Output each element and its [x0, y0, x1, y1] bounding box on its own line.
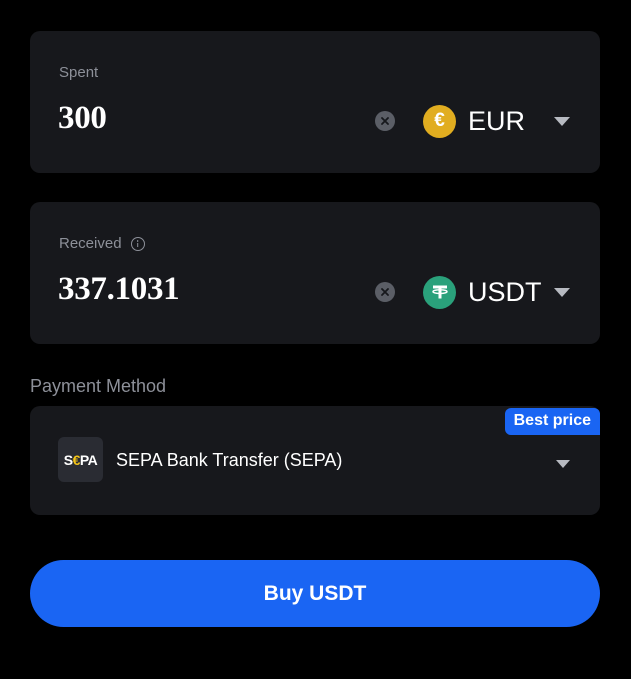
- received-card: Received 337.1031 USDT: [30, 202, 600, 344]
- received-label-text: Received: [59, 235, 122, 252]
- sepa-logo-icon: S € PA: [58, 437, 103, 482]
- sepa-logo-part1: S: [63, 451, 73, 468]
- sepa-logo-part3: PA: [79, 451, 98, 468]
- euro-symbol: €: [434, 110, 445, 131]
- info-icon[interactable]: [130, 236, 145, 251]
- chevron-down-icon: [554, 116, 570, 126]
- spent-amount-input[interactable]: 300: [58, 100, 107, 137]
- spent-card: Spent 300 € EUR: [30, 31, 600, 173]
- received-currency-code: USDT: [468, 276, 542, 307]
- payment-method-title: Payment Method: [30, 376, 167, 396]
- close-icon: [381, 117, 389, 125]
- received-currency-select[interactable]: USDT: [423, 275, 570, 309]
- tether-logo-glyph: [431, 285, 448, 299]
- buy-crypto-form: Spent 300 € EUR Received 337.1031 USDT P…: [0, 0, 631, 679]
- spent-currency-select[interactable]: € EUR: [423, 104, 570, 138]
- chevron-down-icon: [556, 460, 570, 468]
- payment-method-select[interactable]: Best price S € PA SEPA Bank Transfer (SEPA…: [30, 406, 600, 515]
- chevron-down-icon: [554, 287, 570, 297]
- close-icon: [381, 288, 389, 296]
- spent-currency-code: EUR: [468, 105, 526, 136]
- spent-label: Spent: [59, 64, 98, 81]
- sepa-logo-part2: €: [72, 451, 81, 468]
- best-price-badge: Best price: [504, 408, 600, 435]
- received-label: Received: [59, 235, 145, 252]
- payment-method-name: SEPA Bank Transfer (SEPA): [116, 450, 343, 470]
- euro-coin-icon: €: [423, 104, 456, 138]
- clear-received-button[interactable]: [375, 282, 395, 302]
- clear-spent-button[interactable]: [375, 111, 395, 131]
- spent-label-text: Spent: [59, 64, 99, 81]
- buy-usdt-button[interactable]: Buy USDT: [30, 560, 600, 627]
- received-amount-input[interactable]: 337.1031: [58, 271, 180, 308]
- tether-coin-icon: [423, 275, 456, 309]
